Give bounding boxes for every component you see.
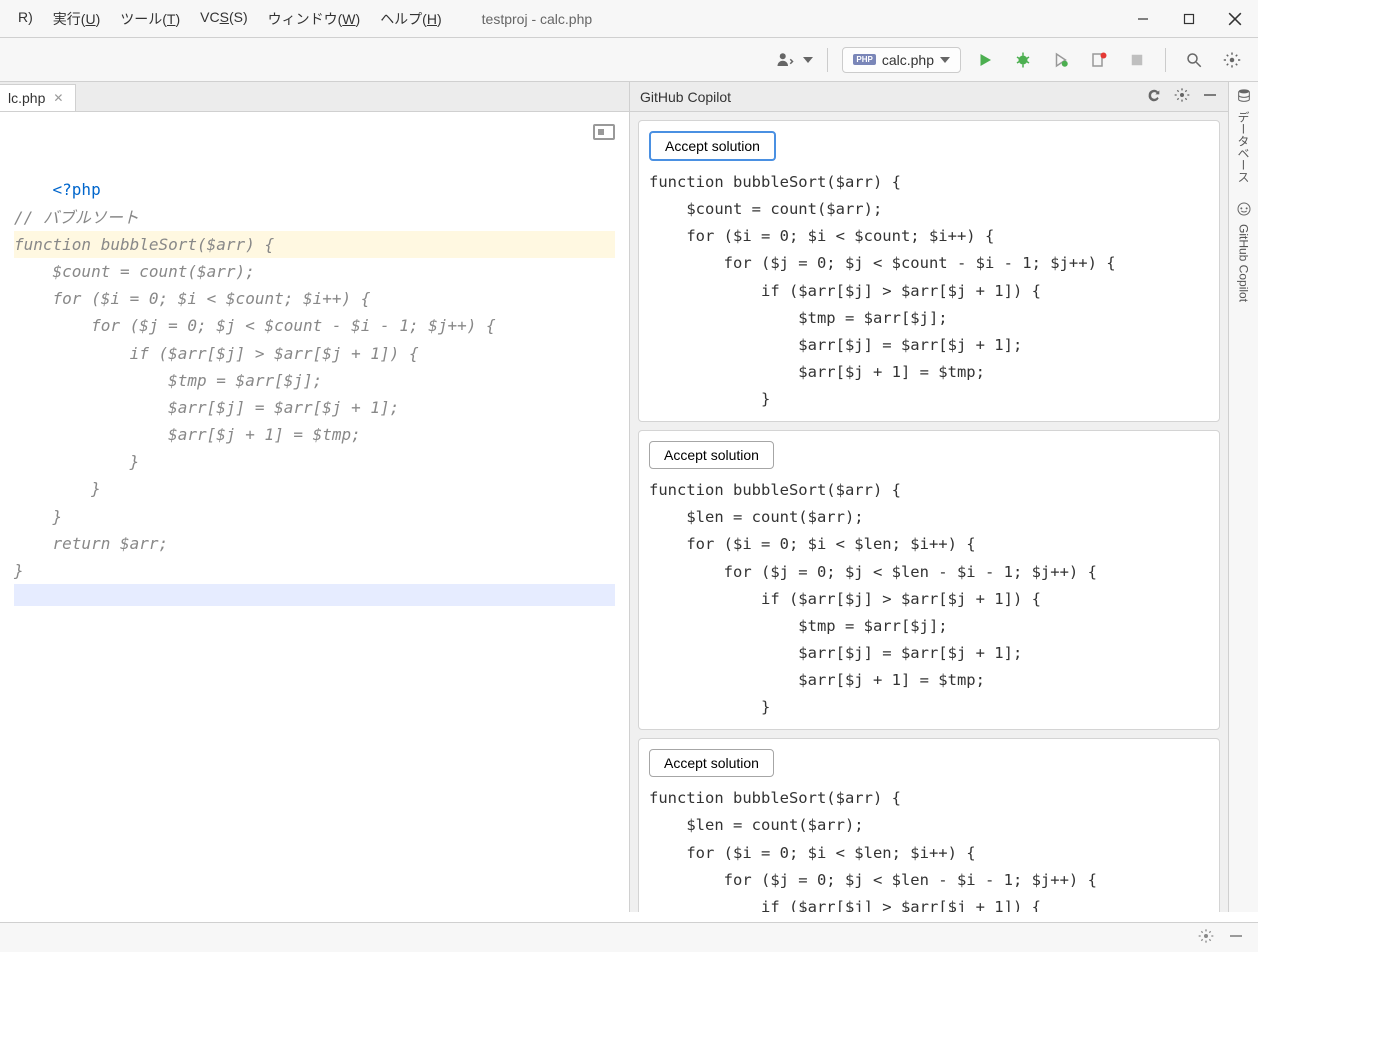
menu-item-vcs[interactable]: VCS(S): [190, 3, 257, 35]
main-area: lc.php ✕ <?php // バブルソート function bubble…: [0, 82, 1258, 912]
copilot-solutions[interactable]: Accept solution function bubbleSort($arr)…: [630, 112, 1228, 912]
settings-button[interactable]: [1218, 46, 1246, 74]
database-tool-button[interactable]: データベース: [1235, 88, 1252, 183]
stop-button[interactable]: [1123, 46, 1151, 74]
solution-code: function bubbleSort($arr) { $len = count…: [649, 477, 1209, 721]
code-line: $tmp = $arr[$j];: [14, 371, 322, 390]
solution-card: Accept solution function bubbleSort($arr)…: [638, 120, 1220, 422]
code-line: }: [14, 452, 139, 471]
file-tab-calc[interactable]: lc.php ✕: [0, 84, 76, 111]
editor-tabs: lc.php ✕: [0, 82, 629, 112]
profile-button[interactable]: [1085, 46, 1113, 74]
file-tab-label: lc.php: [8, 90, 45, 106]
menubar: R) 実行(U) ツール(T) VCS(S) ウィンドウ(W) ヘルプ(H) t…: [0, 0, 1258, 38]
code-line: }: [14, 561, 24, 580]
code-editor[interactable]: <?php // バブルソート function bubbleSort($arr…: [0, 112, 629, 912]
main-toolbar: PHP calc.php: [0, 38, 1258, 82]
code-line: function bubbleSort($arr) {: [14, 231, 615, 258]
accept-solution-button[interactable]: Accept solution: [649, 131, 776, 161]
debug-button[interactable]: [1009, 46, 1037, 74]
copilot-rail-label: GitHub Copilot: [1237, 224, 1251, 302]
copilot-title: GitHub Copilot: [640, 89, 1146, 105]
code-line: return $arr;: [14, 534, 168, 553]
code-line: }: [14, 479, 101, 498]
close-button[interactable]: [1212, 0, 1258, 38]
accept-solution-button[interactable]: Accept solution: [649, 441, 774, 469]
window-title: testproj - calc.php: [482, 11, 593, 27]
code-line: if ($arr[$j] > $arr[$j + 1]) {: [14, 344, 419, 363]
user-icon[interactable]: [771, 46, 799, 74]
code-line: for ($i = 0; $i < $count; $i++) {: [14, 289, 370, 308]
toolbar-separator: [827, 48, 828, 72]
code-line: $arr[$j] = $arr[$j + 1];: [14, 398, 399, 417]
reader-mode-icon[interactable]: [593, 124, 615, 140]
solution-code: function bubbleSort($arr) { $count = cou…: [649, 169, 1209, 413]
code-line: [14, 584, 615, 606]
menu-item-r[interactable]: R): [8, 3, 43, 35]
copilot-pane: GitHub Copilot Accept solution function b…: [630, 82, 1228, 912]
php-badge-icon: PHP: [853, 54, 875, 65]
solution-code: function bubbleSort($arr) { $len = count…: [649, 785, 1209, 912]
code-line: $count = count($arr);: [14, 262, 255, 281]
chevron-down-icon: [940, 57, 950, 63]
run-config-label: calc.php: [882, 52, 934, 68]
menu-item-run[interactable]: 実行(U): [43, 3, 110, 35]
settings-icon[interactable]: [1198, 928, 1214, 947]
menu-item-help[interactable]: ヘルプ(H): [370, 3, 451, 35]
menu-item-window[interactable]: ウィンドウ(W): [258, 3, 371, 35]
solution-card: Accept solution function bubbleSort($arr)…: [638, 430, 1220, 730]
toolbar-separator: [1165, 48, 1166, 72]
hide-panel-icon[interactable]: [1228, 928, 1244, 947]
code-line: }: [14, 507, 62, 526]
database-icon: [1236, 88, 1252, 107]
refresh-icon[interactable]: [1146, 87, 1162, 106]
code-line: <?php: [53, 180, 101, 199]
statusbar: [0, 922, 1258, 952]
accept-solution-button[interactable]: Accept solution: [649, 749, 774, 777]
coverage-button[interactable]: [1047, 46, 1075, 74]
minimize-button[interactable]: [1120, 0, 1166, 38]
search-button[interactable]: [1180, 46, 1208, 74]
run-button[interactable]: [971, 46, 999, 74]
right-tool-rail: データベース GitHub Copilot: [1228, 82, 1258, 912]
code-line: for ($j = 0; $j < $count - $i - 1; $j++)…: [14, 316, 496, 335]
code-line: // バブルソート: [14, 208, 139, 227]
window-controls: [1120, 0, 1258, 38]
maximize-button[interactable]: [1166, 0, 1212, 38]
close-tab-icon[interactable]: ✕: [53, 91, 63, 105]
user-dropdown-icon[interactable]: [803, 57, 813, 63]
run-configuration-selector[interactable]: PHP calc.php: [842, 47, 961, 73]
solution-card: Accept solution function bubbleSort($arr)…: [638, 738, 1220, 912]
editor-pane: lc.php ✕ <?php // バブルソート function bubble…: [0, 82, 630, 912]
minimize-panel-icon[interactable]: [1202, 87, 1218, 106]
copilot-header: GitHub Copilot: [630, 82, 1228, 112]
database-label: データベース: [1235, 111, 1252, 183]
code-line: $arr[$j + 1] = $tmp;: [14, 425, 361, 444]
copilot-tool-button[interactable]: GitHub Copilot: [1236, 201, 1252, 302]
menu-item-tools[interactable]: ツール(T): [110, 3, 190, 35]
menu-items: R) 実行(U) ツール(T) VCS(S) ウィンドウ(W) ヘルプ(H): [8, 3, 452, 35]
gear-icon[interactable]: [1174, 87, 1190, 106]
copilot-icon: [1236, 201, 1252, 220]
